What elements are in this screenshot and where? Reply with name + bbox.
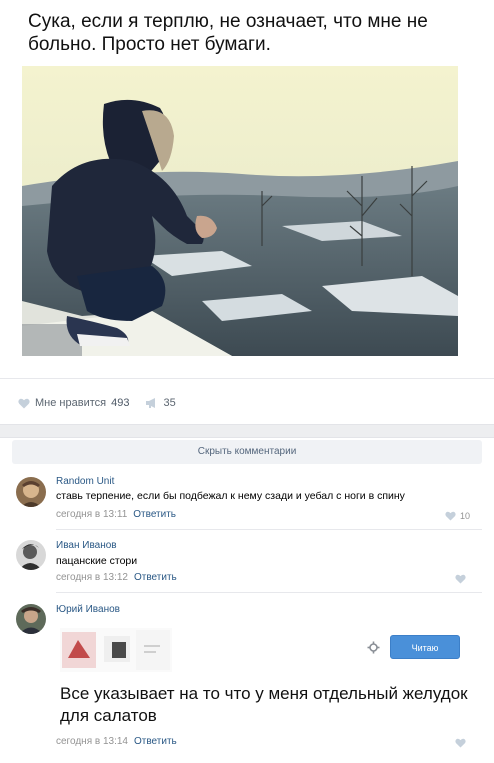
comment-author[interactable]: Юрий Иванов xyxy=(56,604,120,615)
comment-like-count: 10 xyxy=(459,511,470,521)
comment-time[interactable]: сегодня в 13:12 xyxy=(56,572,128,583)
megaphone-icon[interactable] xyxy=(145,397,159,409)
post-photo[interactable] xyxy=(22,66,458,356)
comment-like[interactable]: 10 xyxy=(445,511,470,521)
comment-meta: сегодня в 13:12 Ответить xyxy=(56,572,177,583)
photo-illustration xyxy=(22,66,458,356)
heart-icon xyxy=(455,738,466,748)
comment-text: Все указывает на то что у меня отдельный… xyxy=(60,684,468,725)
avatar-image xyxy=(16,477,46,507)
comment-like[interactable] xyxy=(455,574,470,584)
post-actions: Мне нравится 493 35 xyxy=(18,395,176,411)
comment-divider xyxy=(56,592,482,593)
heart-icon xyxy=(455,574,466,584)
reply-link[interactable]: Ответить xyxy=(133,509,176,520)
comment-time[interactable]: сегодня в 13:14 xyxy=(56,736,128,747)
sticker-image xyxy=(60,628,172,672)
avatar[interactable] xyxy=(16,477,46,507)
comment-text: пацанские стори xyxy=(56,555,138,567)
comment-author[interactable]: Random Unit xyxy=(56,476,114,487)
repost-count: 35 xyxy=(163,397,176,409)
avatar-image xyxy=(16,540,46,570)
hide-comments-button[interactable]: Скрыть комментарии xyxy=(12,440,482,464)
gear-icon[interactable] xyxy=(367,641,380,654)
avatar-image xyxy=(16,604,46,634)
like-count: 493 xyxy=(111,397,130,409)
avatar[interactable] xyxy=(16,540,46,570)
post-text: Сука, если я терплю, не означает, что мн… xyxy=(28,11,428,55)
screenshot-thumbnail xyxy=(60,628,172,672)
reply-link[interactable]: Ответить xyxy=(134,736,177,747)
section-gap xyxy=(0,424,494,438)
divider xyxy=(0,378,494,379)
comment-text: ставь терпение, если бы подбежал к нему … xyxy=(56,490,405,502)
reply-link[interactable]: Ответить xyxy=(134,572,177,583)
follow-button[interactable]: Читаю xyxy=(390,635,460,659)
comment-like[interactable] xyxy=(455,738,470,748)
comment-author[interactable]: Иван Иванов xyxy=(56,540,117,551)
comment-meta: сегодня в 13:14 Ответить xyxy=(56,736,177,747)
heart-icon xyxy=(445,511,456,521)
comment-time[interactable]: сегодня в 13:11 xyxy=(56,509,127,520)
heart-icon[interactable] xyxy=(18,398,30,409)
avatar[interactable] xyxy=(16,604,46,634)
comment-meta: сегодня в 13:11 Ответить xyxy=(56,509,176,520)
comment-divider xyxy=(56,529,482,530)
like-label[interactable]: Мне нравится xyxy=(35,397,106,409)
